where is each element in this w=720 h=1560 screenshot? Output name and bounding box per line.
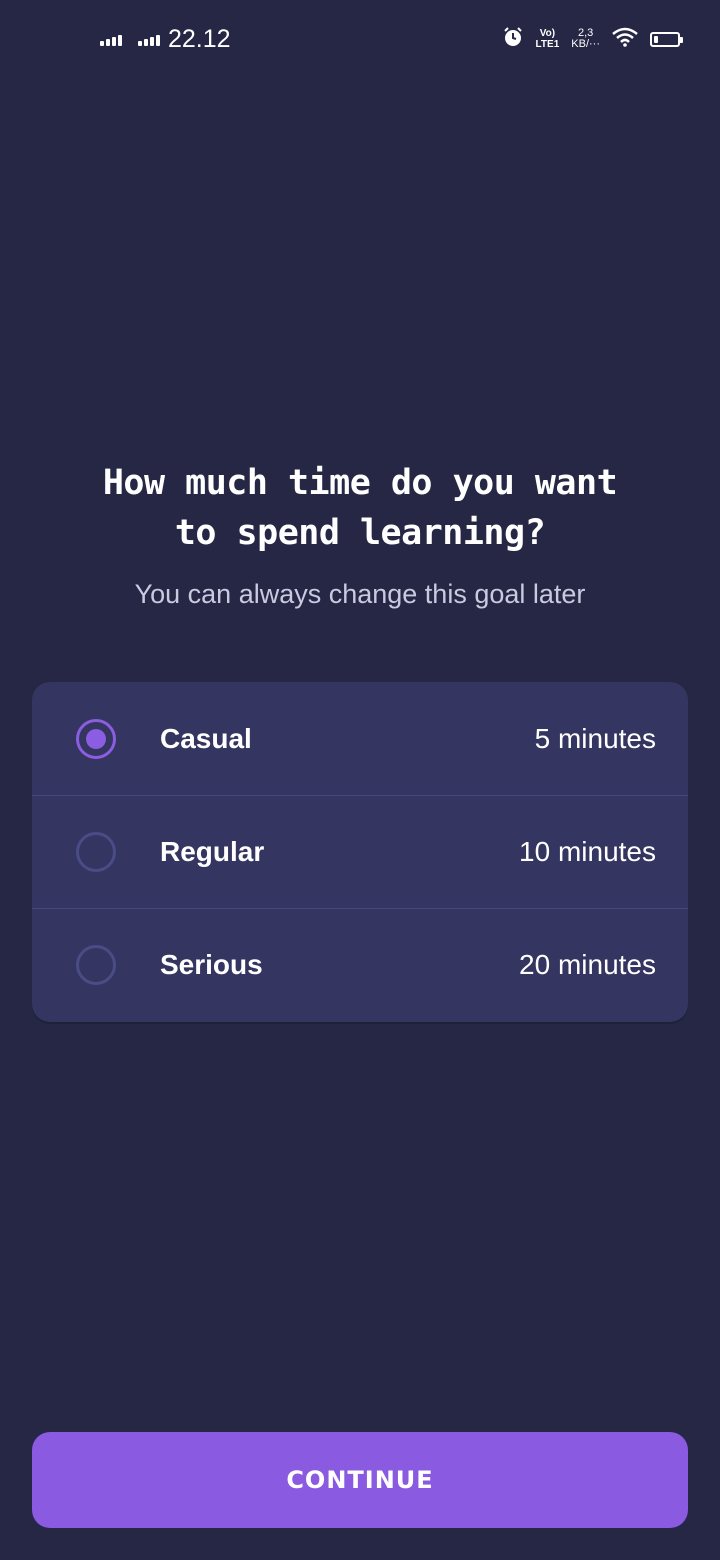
status-bar-right: Vo) LTE1 2,3 KB/··· — [502, 24, 683, 54]
wifi-icon — [612, 27, 638, 52]
page-title-line-1: How much time do you want — [102, 463, 618, 503]
option-label: Casual — [160, 722, 252, 754]
radio-button-selected[interactable] — [76, 718, 116, 759]
option-duration: 20 minutes — [519, 949, 656, 980]
signal-icon — [100, 34, 122, 46]
volte-bottom-label: LTE1 — [535, 39, 560, 50]
goal-selection-screen: 22.12 Vo) LTE1 2,3 KB/··· How much time … — [0, 0, 720, 1560]
option-casual[interactable]: Casual 5 minutes — [32, 682, 688, 795]
network-speed-unit: KB/··· — [571, 38, 600, 50]
status-time: 22.12 — [168, 25, 231, 53]
alarm-icon — [502, 26, 524, 53]
volte-icon: Vo) LTE1 — [536, 28, 560, 50]
status-bar-left: 22.12 — [100, 24, 231, 54]
option-label: Regular — [160, 836, 265, 867]
radio-button[interactable] — [76, 832, 116, 872]
network-speed: 2,3 KB/··· — [571, 28, 600, 50]
page-subtitle: You can always change this goal later — [134, 579, 586, 609]
option-serious[interactable]: Serious 20 minutes — [32, 908, 688, 1021]
option-label: Serious — [160, 949, 263, 980]
volte-top-label: Vo) — [539, 28, 556, 39]
continue-button[interactable]: CONTINUE — [32, 1432, 688, 1528]
radio-button[interactable] — [76, 945, 116, 985]
signal-icon — [138, 34, 160, 46]
option-duration: 10 minutes — [519, 836, 656, 867]
battery-icon — [650, 31, 683, 47]
status-bar: 22.12 Vo) LTE1 2,3 KB/··· — [0, 0, 720, 80]
option-duration: 5 minutes — [534, 722, 656, 754]
page-title: How much time do you want to spend learn… — [40, 458, 680, 558]
page-title-line-2: to spend learning? — [174, 513, 546, 553]
option-regular[interactable]: Regular 10 minutes — [32, 795, 688, 908]
goal-options-list: Casual 5 minutes Regular 10 minutes Seri… — [32, 682, 688, 1022]
